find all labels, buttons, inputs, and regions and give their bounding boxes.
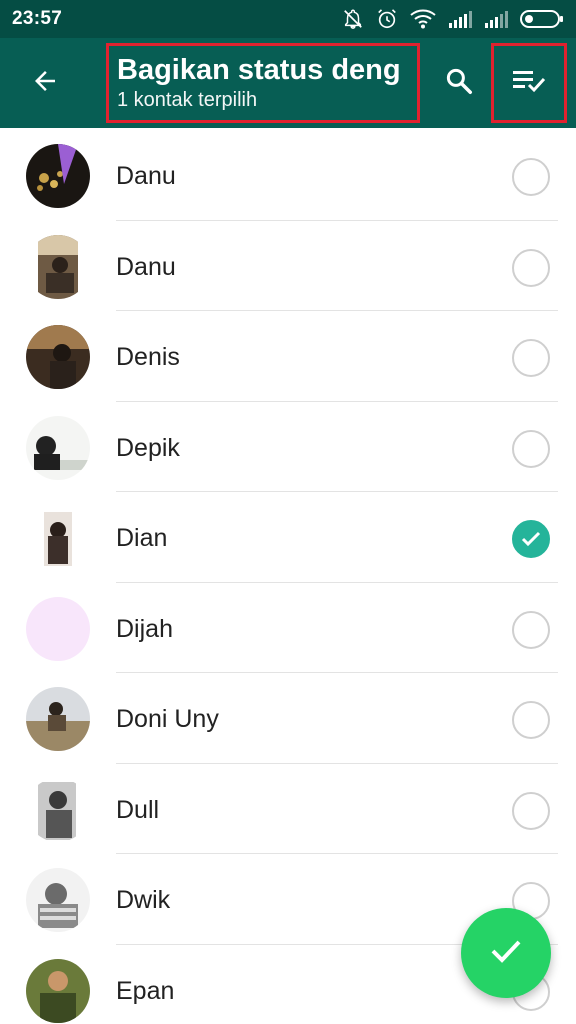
avatar xyxy=(26,777,90,842)
page-title: Bagikan status deng xyxy=(117,54,401,86)
avatar xyxy=(26,415,90,480)
contact-list: Danu Danu Denis Depik Dian Dijah Doni Un… xyxy=(0,130,576,1024)
avatar xyxy=(26,506,90,570)
status-time: 23:57 xyxy=(12,8,63,29)
select-checkbox[interactable] xyxy=(512,520,550,558)
select-all-button[interactable] xyxy=(491,43,567,123)
select-checkbox[interactable] xyxy=(512,701,550,739)
select-checkbox[interactable] xyxy=(512,248,550,287)
select-checkbox[interactable] xyxy=(512,610,550,649)
contact-name: Danu xyxy=(116,162,176,190)
contact-row[interactable]: Dian xyxy=(0,492,576,583)
send-fab-button[interactable] xyxy=(461,908,551,998)
check-icon xyxy=(514,529,548,549)
app-bar: Bagikan status deng 1 kontak terpilih xyxy=(0,38,576,128)
contact-row[interactable]: Danu xyxy=(0,130,576,221)
alarm-icon xyxy=(376,8,398,30)
contact-name: Dwik xyxy=(116,886,171,914)
avatar xyxy=(26,234,90,299)
contact-name: Dijah xyxy=(116,614,173,643)
search-button[interactable] xyxy=(436,60,482,106)
select-all-icon xyxy=(511,66,547,101)
avatar xyxy=(26,687,90,751)
contact-row[interactable]: Dijah xyxy=(0,583,576,673)
title-block: Bagikan status deng 1 kontak terpilih xyxy=(106,43,420,123)
select-checkbox[interactable] xyxy=(512,791,550,830)
arrow-left-icon xyxy=(30,66,60,101)
wifi-icon xyxy=(410,9,436,29)
status-bar: 23:57 xyxy=(0,0,576,38)
back-button[interactable] xyxy=(22,60,68,106)
contact-name: Danu xyxy=(116,252,176,281)
avatar xyxy=(26,596,90,661)
avatar xyxy=(26,325,90,389)
status-icons xyxy=(342,8,564,30)
select-checkbox[interactable] xyxy=(512,339,550,377)
contact-name: Epan xyxy=(116,976,175,1005)
select-checkbox[interactable] xyxy=(512,158,550,196)
battery-icon xyxy=(520,10,564,28)
contact-name: Depik xyxy=(116,433,180,462)
contact-row[interactable]: Danu xyxy=(0,221,576,311)
contact-row[interactable]: Depik xyxy=(0,402,576,492)
contact-name: Denis xyxy=(116,343,180,371)
contact-name: Dull xyxy=(116,795,160,824)
signal-icon-secondary xyxy=(484,10,508,28)
signal-icon xyxy=(448,10,472,28)
contact-name: Doni Uny xyxy=(116,705,219,733)
check-icon xyxy=(489,936,523,971)
select-checkbox[interactable] xyxy=(512,429,550,468)
avatar xyxy=(26,144,90,208)
contact-row[interactable]: Denis xyxy=(0,311,576,402)
selected-count: 1 kontak terpilih xyxy=(117,89,258,111)
bell-off-icon xyxy=(342,8,364,30)
contact-row[interactable]: Dull xyxy=(0,764,576,854)
search-icon xyxy=(444,66,474,101)
contact-name: Dian xyxy=(116,524,168,552)
contact-row[interactable]: Doni Uny xyxy=(0,673,576,764)
avatar xyxy=(26,868,90,932)
avatar xyxy=(26,958,90,1023)
